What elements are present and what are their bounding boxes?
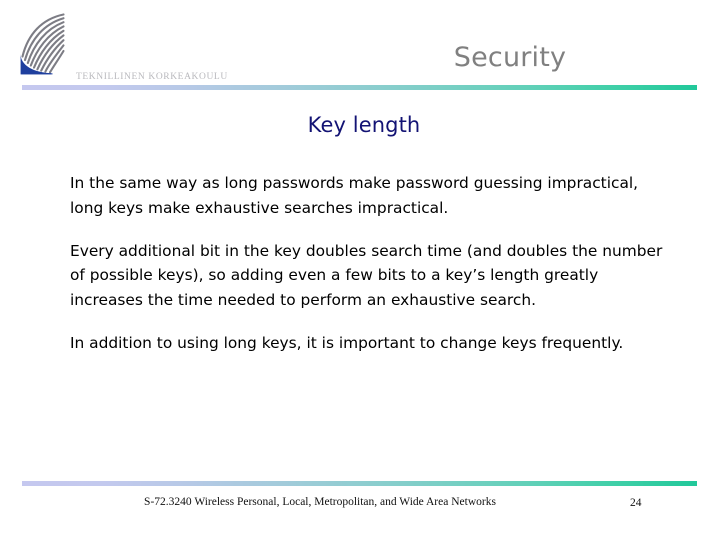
tkk-leaf-logo-icon [18,12,72,76]
brand-wordmark: TEKNILLINEN KORKEAKOULU [76,72,228,82]
footer-divider [22,481,697,486]
slide-canvas: TEKNILLINEN KORKEAKOULU Security Key len… [0,0,720,540]
brand-logo-block: TEKNILLINEN KORKEAKOULU [18,12,258,84]
body-paragraph: Every additional bit in the key doubles … [70,241,663,310]
body-paragraph: In the same way as long passwords make p… [70,174,639,217]
header-divider [22,85,697,90]
page-title: Security [453,42,567,73]
footer-course-label: S-72.3240 Wireless Personal, Local, Metr… [144,496,496,508]
slide-body: In the same way as long passwords make p… [70,171,670,356]
slide-subtitle: Key length [307,113,421,137]
body-paragraph: In addition to using long keys, it is im… [70,333,624,352]
footer-page-number: 24 [630,497,642,509]
